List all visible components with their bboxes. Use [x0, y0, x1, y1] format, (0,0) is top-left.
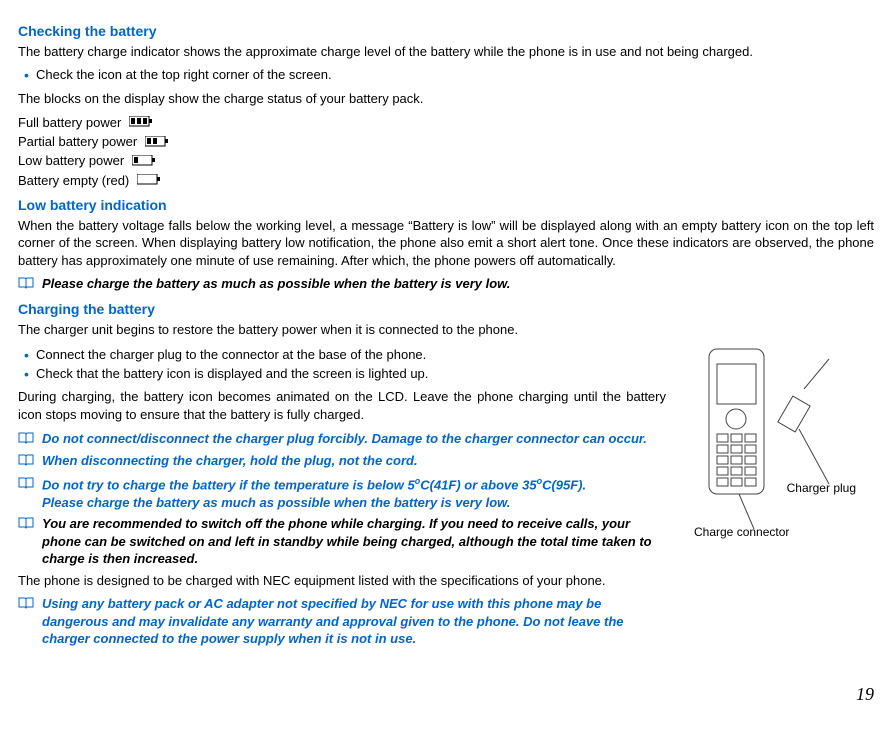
bullet-check-display: Check that the battery icon is displayed…	[18, 365, 666, 383]
note-warranty: Using any battery pack or AC adapter not…	[18, 595, 666, 648]
label-charger-plug: Charger plug	[787, 482, 856, 495]
text-designed: The phone is designed to be charged with…	[18, 572, 666, 590]
phone-illustration-icon	[679, 344, 869, 544]
note-switch-off: You are recommended to switch off the ph…	[18, 515, 666, 568]
note-text: Do not connect/disconnect the charger pl…	[42, 430, 647, 448]
note-text: Using any battery pack or AC adapter not…	[42, 595, 666, 648]
page-number: 19	[18, 682, 874, 706]
text-low-body: When the battery voltage falls below the…	[18, 217, 874, 270]
battery-empty-icon	[137, 172, 161, 190]
text-intro: The battery charge indicator shows the a…	[18, 43, 874, 61]
book-icon	[18, 276, 34, 294]
label-empty: Battery empty (red)	[18, 173, 129, 188]
line-empty-battery: Battery empty (red)	[18, 172, 874, 190]
book-icon	[18, 431, 34, 449]
book-icon	[18, 476, 34, 494]
line-partial-battery: Partial battery power	[18, 133, 874, 151]
battery-partial-icon	[145, 134, 169, 152]
note-text: Please charge the battery as much as pos…	[42, 275, 510, 293]
note-text: Do not try to charge the battery if the …	[42, 475, 586, 511]
note-temperature: Do not try to charge the battery if the …	[18, 475, 666, 511]
note-text: When disconnecting the charger, hold the…	[42, 452, 418, 470]
heading-checking-battery: Checking the battery	[18, 22, 874, 41]
label-low: Low battery power	[18, 153, 124, 168]
text-blocks: The blocks on the display show the charg…	[18, 90, 874, 108]
battery-low-icon	[132, 153, 156, 171]
line-low-battery: Low battery power	[18, 152, 874, 170]
book-icon	[18, 516, 34, 534]
phone-diagram: Charger plug Charge connector	[674, 344, 874, 544]
note-forcibly: Do not connect/disconnect the charger pl…	[18, 430, 666, 449]
note-hold-plug: When disconnecting the charger, hold the…	[18, 452, 666, 471]
label-partial: Partial battery power	[18, 134, 137, 149]
book-icon	[18, 453, 34, 471]
bullet-list-check: Check the icon at the top right corner o…	[18, 66, 874, 84]
bullet-connect: Connect the charger plug to the connecto…	[18, 346, 666, 364]
label-full: Full battery power	[18, 115, 121, 130]
text-charging-intro: The charger unit begins to restore the b…	[18, 321, 874, 339]
note-text: You are recommended to switch off the ph…	[42, 515, 666, 568]
heading-charging: Charging the battery	[18, 300, 874, 319]
text-during-charging: During charging, the battery icon become…	[18, 388, 666, 423]
bullet-list-charging: Connect the charger plug to the connecto…	[18, 346, 666, 382]
line-full-battery: Full battery power	[18, 114, 874, 132]
bullet-check-icon: Check the icon at the top right corner o…	[18, 66, 874, 84]
heading-low-battery: Low battery indication	[18, 196, 874, 215]
battery-full-icon	[129, 114, 153, 132]
note-charge-low: Please charge the battery as much as pos…	[18, 275, 874, 294]
label-charge-connector: Charge connector	[694, 524, 789, 540]
book-icon	[18, 596, 34, 614]
